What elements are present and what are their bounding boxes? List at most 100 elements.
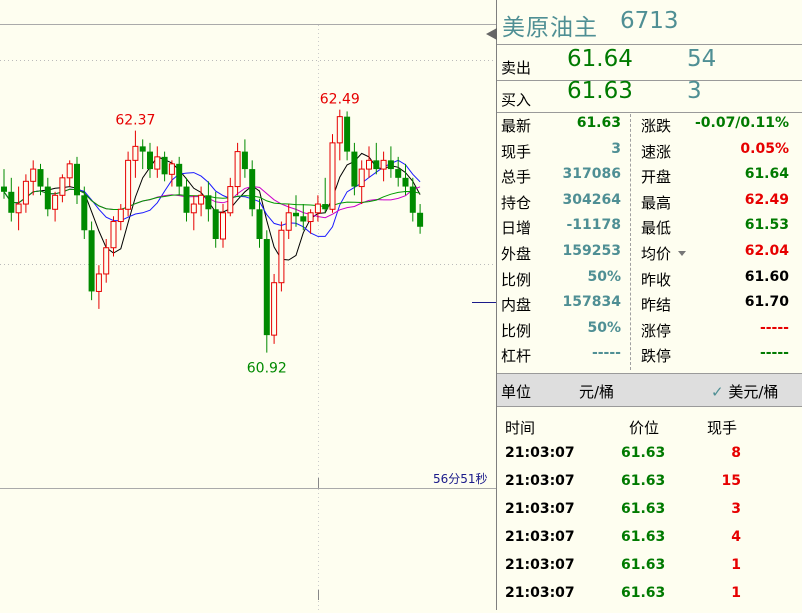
- candle-body-up: [103, 247, 110, 275]
- tick-price: 61.63: [621, 445, 666, 461]
- candle-body-up: [278, 229, 285, 284]
- candle-body-up: [220, 212, 226, 240]
- stat-value: 62.04: [744, 243, 789, 259]
- stat-label: 最新: [501, 117, 532, 135]
- stat-value: -----: [759, 319, 789, 336]
- tick-time: 21:03:07: [505, 529, 575, 545]
- tick-price: 61.63: [621, 501, 666, 517]
- tick-price: 61.63: [621, 473, 666, 489]
- low-price-label: 60.92: [247, 361, 287, 377]
- candle-body-up: [154, 156, 161, 170]
- stat-value: 50%: [587, 319, 621, 336]
- ticks-header-time: 时间: [505, 419, 536, 437]
- quote-panel: 美原油主 6713 卖出 61.64 54 买入 61.63 3 最新 61.63…: [486, 0, 802, 613]
- candle-body-down: [351, 151, 358, 187]
- candle-body-down: [373, 160, 380, 170]
- bid-row[interactable]: 买入 61.63 3: [497, 76, 802, 112]
- panel-collapse-arrow-icon[interactable]: [486, 28, 497, 40]
- candle-body-up: [59, 177, 66, 196]
- tick-volume: 4: [731, 529, 741, 545]
- candle-body-up: [314, 203, 321, 214]
- stat-label: 总手: [501, 168, 532, 187]
- candle-body-down: [37, 169, 44, 187]
- stat-value: 317086: [562, 166, 621, 183]
- candle-body-down: [74, 163, 80, 196]
- stat-label: 跌停: [641, 347, 672, 366]
- stat-row: 现手 3: [501, 138, 621, 164]
- ma10-line: [3, 159, 421, 237]
- stat-label: 持仓: [501, 193, 532, 212]
- tick-time: 21:03:07: [505, 501, 575, 517]
- stat-value: 304264: [562, 191, 621, 208]
- stat-row: 涨跌 -0.07/0.11%: [641, 112, 789, 138]
- ticks-header-price: 价位: [629, 419, 660, 437]
- unit-bar: 单位 元/桶 ✓ 美元/桶: [497, 373, 802, 407]
- stat-label: 开盘: [641, 168, 672, 187]
- candle-body-down: [409, 186, 416, 213]
- tick-row: 21:03:07 61.63 15: [497, 473, 802, 501]
- stat-row: 昨结 61.70: [641, 291, 789, 317]
- instrument-title: 美原油主 6713: [497, 0, 802, 45]
- dropdown-arrow-icon[interactable]: [678, 251, 686, 256]
- candle-body-up: [366, 159, 372, 170]
- high-price-label: 62.49: [320, 92, 360, 108]
- stat-value: 61.63: [576, 115, 621, 131]
- unit-value: 元/桶: [579, 383, 615, 401]
- quote-stats: 最新 61.63 现手 3 总手 317086 持仓 304264 日增 -11178 外盘 1592…: [497, 112, 802, 372]
- tick-volume: 15: [721, 473, 741, 489]
- stat-value: 62.49: [744, 191, 789, 208]
- stat-label: 速涨: [641, 142, 672, 161]
- bid-volume: 3: [687, 78, 702, 104]
- candle-body-up: [380, 159, 387, 170]
- candle-body-down: [161, 156, 168, 175]
- stat-row: 最新 61.63: [501, 112, 621, 138]
- candle-body-down: [256, 209, 263, 239]
- candle-body-down: [249, 169, 256, 210]
- tick-volume: 1: [731, 557, 741, 573]
- tick-price: 61.63: [621, 529, 666, 545]
- stat-label: 均价: [641, 245, 672, 263]
- stat-label: 最高: [641, 193, 672, 212]
- candlestick-chart[interactable]: 62.49 62.37 60.92 56分51秒: [0, 0, 496, 610]
- candle-body-up: [198, 194, 205, 205]
- stat-value: 61.64: [744, 166, 789, 183]
- stat-row: 日增 -11178: [501, 214, 621, 240]
- stat-label: 杠杆: [501, 347, 532, 366]
- candle-body-down: [241, 151, 248, 170]
- stat-row: 速涨 0.05%: [641, 138, 789, 164]
- unit-label: 单位: [501, 383, 532, 401]
- stat-value: -0.07/0.11%: [694, 115, 789, 131]
- stat-row: 最低 61.53: [641, 214, 789, 240]
- bid-label: 买入: [501, 91, 532, 109]
- unit-option-checkbox[interactable]: ✓ 美元/桶: [711, 381, 778, 402]
- stat-value: 159253: [562, 243, 621, 259]
- stat-label: 现手: [501, 142, 532, 161]
- candle-body-up: [358, 168, 365, 188]
- candle-body-down: [212, 209, 219, 239]
- stat-row: 持仓 304264: [501, 189, 621, 215]
- bid-price: 61.63: [567, 78, 633, 104]
- stat-row: 跌停 -----: [641, 342, 789, 368]
- candle-body-down: [344, 116, 351, 152]
- stat-label: 最低: [641, 219, 672, 238]
- stat-value: 61.70: [744, 294, 789, 311]
- ask-label: 卖出: [501, 59, 532, 77]
- stat-label: 昨结: [641, 296, 672, 315]
- candle-body-up: [132, 145, 139, 161]
- stat-value: 61.53: [744, 217, 789, 234]
- tick-time: 21:03:07: [505, 585, 575, 601]
- stat-row: 比例 50%: [501, 317, 621, 343]
- candle-body-down: [81, 195, 88, 231]
- stat-label: 昨收: [641, 270, 672, 289]
- ask-row[interactable]: 卖出 61.64 54: [497, 44, 802, 80]
- stat-row: 最高 62.49: [641, 189, 789, 215]
- tick-row: 21:03:07 61.63 1: [497, 585, 802, 613]
- candle-body-up: [271, 282, 278, 336]
- tick-row: 21:03:07 61.63 4: [497, 529, 802, 557]
- stat-value: 157834: [562, 294, 621, 311]
- stat-value: 61.60: [744, 268, 789, 285]
- candle-body-up: [95, 273, 102, 292]
- candle-body-up: [52, 194, 59, 210]
- bar-countdown-timer: 56分51秒: [433, 472, 488, 486]
- tick-price: 61.63: [621, 557, 666, 573]
